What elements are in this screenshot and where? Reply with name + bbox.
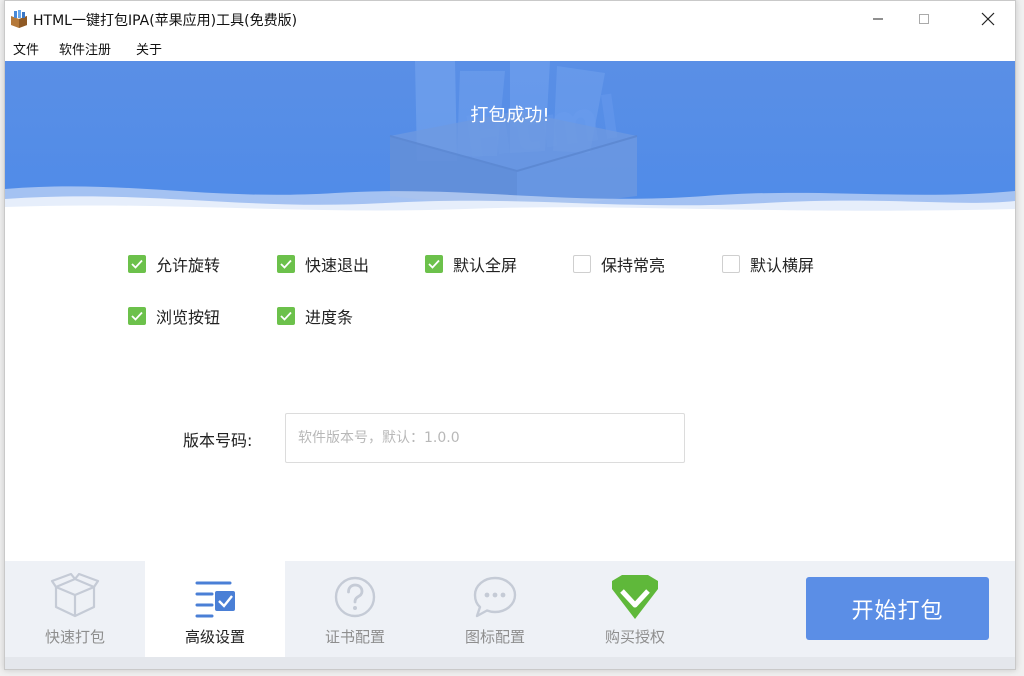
checkbox-unchecked[interactable] [722,255,740,273]
status-banner: Html 打包成功! [5,61,1015,216]
nav-buy-license[interactable]: 购买授权 [565,561,705,657]
minimize-icon [873,18,883,20]
nav-quick-pack[interactable]: 快速打包 [5,561,145,657]
box-icon [50,573,100,618]
nav-label: 购买授权 [604,628,665,646]
checkbox-checked[interactable] [425,255,443,273]
diamond-check-icon [612,575,658,619]
option-allow-rotate[interactable]: 允许旋转 [128,253,220,275]
nav-icon-config[interactable]: 图标配置 [425,561,565,657]
nav-label: 证书配置 [324,628,385,646]
check-icon [131,311,143,321]
option-label: 默认横屏 [750,256,815,275]
checkbox-checked[interactable] [128,307,146,325]
app-window: HTML一键打包IPA(苹果应用)工具(免费版) 文件 软件注册 关于 打包成功… [4,0,1016,670]
option-quick-exit[interactable]: 快速退出 [277,253,369,275]
option-default-fullscreen[interactable]: 默认全屏 [425,253,517,275]
menu-file[interactable]: 文件 [13,39,39,58]
banner-message: 打包成功! [470,105,550,126]
option-browse-button[interactable]: 浏览按钮 [128,305,220,327]
option-label: 默认全屏 [453,256,518,275]
checkbox-checked[interactable] [277,307,295,325]
option-label: 允许旋转 [156,256,221,275]
nav-certificate[interactable]: 证书配置 [285,561,425,657]
check-icon [428,259,440,269]
settings-list-icon [195,581,235,618]
menu-bar: 文件 软件注册 关于 [5,37,1015,61]
check-icon [280,311,292,321]
version-input[interactable] [285,413,685,463]
option-label: 保持常亮 [601,256,666,275]
maximize-icon [919,14,929,24]
check-icon [280,259,292,269]
checkbox-checked[interactable] [277,255,295,273]
window-title: HTML一键打包IPA(苹果应用)工具(免费版) [33,13,298,29]
menu-register[interactable]: 软件注册 [59,39,111,58]
bottom-strip [5,657,1015,669]
nav-advanced-settings[interactable]: 高级设置 [145,561,285,657]
nav-label: 快速打包 [44,628,105,646]
app-box-icon [9,10,29,28]
option-label: 快速退出 [305,256,370,275]
option-label: 浏览按钮 [156,308,221,327]
start-pack-button[interactable]: 开始打包 [806,577,989,640]
close-icon [981,12,995,26]
option-keep-awake[interactable]: 保持常亮 [573,253,665,275]
checkbox-checked[interactable] [128,255,146,273]
option-progress-bar[interactable]: 进度条 [277,305,353,327]
check-icon [131,259,143,269]
version-label: 版本号码: [183,431,253,450]
nav-label: 图标配置 [464,628,525,646]
option-label: 进度条 [305,308,354,327]
maximize-button[interactable] [901,1,947,37]
option-default-landscape[interactable]: 默认横屏 [722,253,814,275]
chat-bubble-icon [473,576,517,618]
checkbox-unchecked[interactable] [573,255,591,273]
minimize-button[interactable] [855,1,901,37]
menu-about[interactable]: 关于 [136,39,162,58]
banner-illustration: Html [5,61,1015,216]
nav-label: 高级设置 [184,628,245,646]
close-button[interactable] [965,1,1011,37]
title-bar[interactable]: HTML一键打包IPA(苹果应用)工具(免费版) [5,1,1015,37]
question-icon [334,576,376,618]
